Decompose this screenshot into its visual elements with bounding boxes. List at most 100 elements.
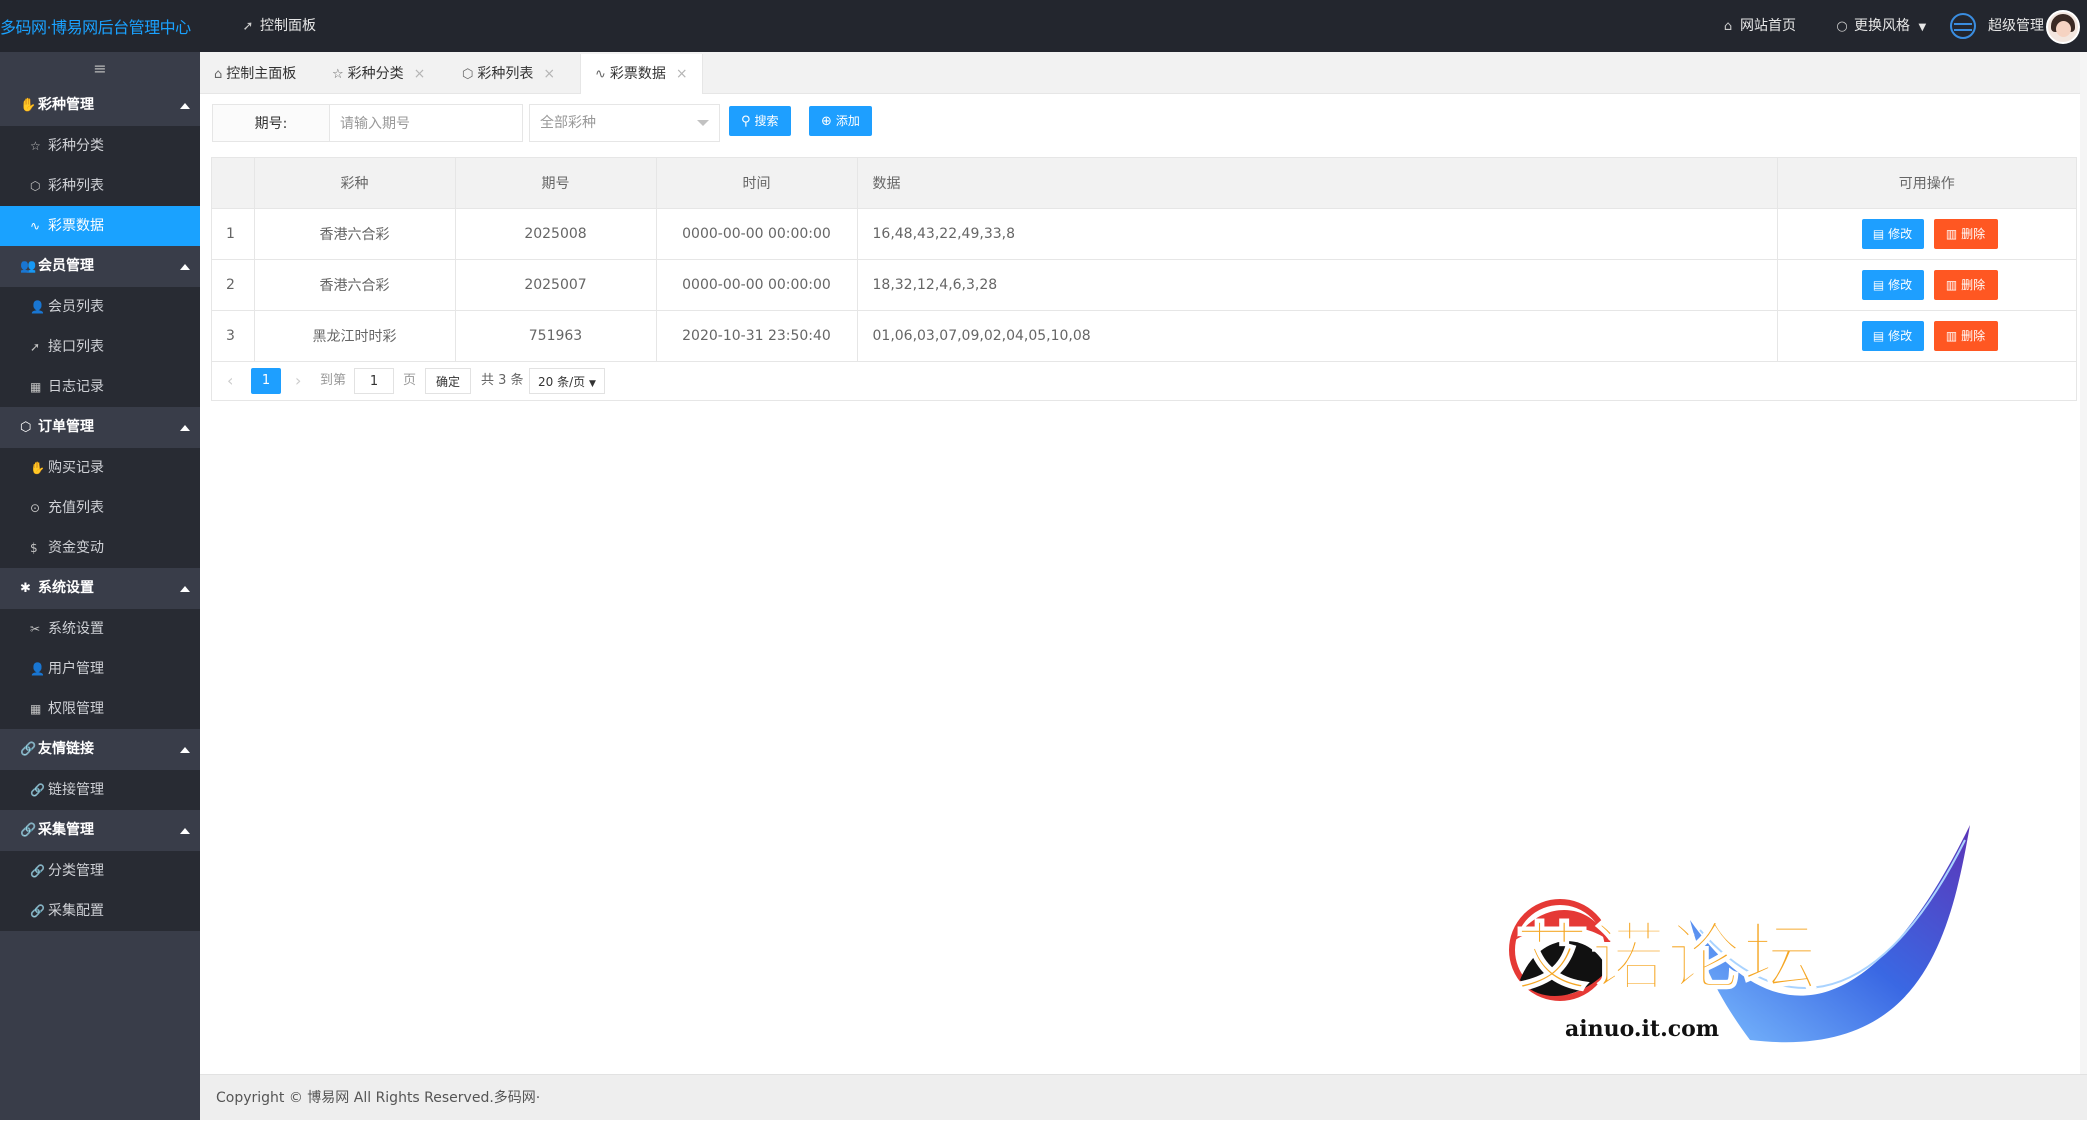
theme-switch-link[interactable]: ○ 更换风格 ▼	[1834, 0, 1926, 52]
close-icon[interactable]: ×	[414, 66, 426, 82]
row-index: 3	[212, 310, 255, 362]
link-icon: 🔗	[30, 904, 45, 918]
nav-head-lottery-manage[interactable]: ✋ 彩种管理	[0, 85, 200, 126]
sidebar-item[interactable]: ∿ 彩票数据	[0, 206, 200, 246]
nav-head-member-manage[interactable]: 👥 会员管理	[0, 246, 200, 287]
edit-button[interactable]: ▤ 修改	[1861, 320, 1924, 351]
sidebar-item[interactable]: 🔗 采集配置	[0, 891, 200, 931]
sidebar-item-label: 充值列表	[48, 500, 104, 516]
cell-issue: 2025007	[455, 259, 657, 311]
sidebar-item[interactable]: 🔗 链接管理	[0, 770, 200, 810]
sidebar-item-label: 会员列表	[48, 299, 104, 315]
next-page-icon[interactable]: ›	[295, 368, 301, 394]
sidebar-item[interactable]: ☆ 彩种分类	[0, 126, 200, 166]
sidebar-nav: ✋ 彩种管理 ☆ 彩种分类 ⬡ 彩种列表 ∿ 彩票数据 👥 会员管理 👤 会员列表 ➚ 接口列表 ▦ 日志记录…	[0, 85, 200, 931]
delete-button[interactable]: ▥ 删除	[1933, 218, 1998, 249]
sidebar-item[interactable]: ▦ 日志记录	[0, 367, 200, 407]
lottery-select[interactable]: 全部彩种	[529, 104, 720, 142]
tab-lottery-data[interactable]: ∿ 彩票数据 ×	[580, 54, 703, 94]
tab-lottery-category[interactable]: ☆ 彩种分类 ×	[332, 54, 425, 94]
delete-button[interactable]: ▥ 删除	[1933, 320, 1998, 351]
caret-down-icon: ▼	[589, 379, 596, 389]
sidebar-item[interactable]: ⬡ 彩种列表	[0, 166, 200, 206]
sidebar-item-label: 彩票数据	[48, 218, 104, 234]
globe-icon[interactable]	[1950, 13, 1976, 39]
grid-icon: ▦	[30, 702, 42, 716]
user-menu[interactable]: 超级管理	[1988, 0, 2044, 52]
cell-issue: 751963	[455, 310, 657, 362]
caret-up-icon	[180, 103, 190, 109]
tab-lottery-list[interactable]: ⬡ 彩种列表 ×	[462, 54, 555, 94]
delete-button-label: 删除	[1961, 328, 1986, 343]
sidebar-item-label: 系统设置	[48, 621, 104, 637]
cell-lottery: 香港六合彩	[254, 259, 456, 311]
nav-head-system-settings[interactable]: ✱ 系统设置	[0, 568, 200, 609]
add-button-label: 添加	[835, 114, 860, 128]
sidebar-item-label: 彩种列表	[48, 178, 104, 194]
search-button[interactable]: ⚲ 搜索	[729, 106, 791, 136]
issue-input[interactable]	[329, 104, 523, 142]
hand-icon: ✋	[30, 461, 45, 475]
sidebar-item[interactable]: 🔗 分类管理	[0, 851, 200, 891]
calendar-icon: ▦	[30, 380, 42, 394]
sidebar-item[interactable]: ▦ 权限管理	[0, 689, 200, 729]
col-lottery: 彩种	[254, 158, 456, 209]
sidebar-item[interactable]: ✋ 购买记录	[0, 448, 200, 488]
sidebar-item-label: 彩种分类	[48, 138, 104, 154]
sidebar-item-label: 接口列表	[48, 339, 104, 355]
app-logo[interactable]: 多码网·博易网后台管理中心	[0, 0, 200, 52]
nav-head-collect-manage[interactable]: 🔗 采集管理	[0, 810, 200, 851]
page-size-select[interactable]: 20 条/页 ▼	[529, 368, 605, 394]
sidebar-item[interactable]: ✂ 系统设置	[0, 609, 200, 649]
table-header: 彩种 期号 时间 数据 可用操作	[212, 158, 2076, 209]
cube-icon: ⬡	[462, 67, 474, 82]
col-data: 数据	[857, 158, 1778, 209]
nav-head-friend-links[interactable]: 🔗 友情链接	[0, 729, 200, 770]
avatar[interactable]	[2046, 10, 2080, 44]
prev-page-icon[interactable]: ‹	[227, 368, 233, 394]
nav-head-label: 彩种管理	[38, 97, 94, 113]
cell-actions: ▤ 修改 ▥ 删除	[1777, 259, 2076, 311]
edit-button-label: 修改	[1888, 328, 1913, 343]
trash-icon: ▥	[1945, 277, 1962, 292]
calendar-icon: ▤	[1872, 277, 1889, 292]
tab-dashboard[interactable]: ⌂ 控制主面板	[214, 54, 296, 94]
nav-head-label: 订单管理	[38, 419, 94, 435]
dashboard-link[interactable]: ➚ 控制面板	[240, 0, 316, 52]
scrollbar[interactable]	[2080, 52, 2087, 1074]
cell-actions: ▤ 修改 ▥ 删除	[1777, 208, 2076, 260]
tab-label: 彩票数据	[609, 66, 666, 82]
caret-down-icon: ▼	[1918, 22, 1927, 33]
cell-time: 0000-00-00 00:00:00	[656, 208, 858, 260]
sidebar-item[interactable]: ➚ 接口列表	[0, 327, 200, 367]
system-settings-icon: ✱	[20, 581, 31, 596]
tab-bar: ⌂ 控制主面板 ☆ 彩种分类 × ⬡ 彩种列表 × ∿ 彩票数据 ×	[200, 52, 2087, 94]
edit-button[interactable]: ▤ 修改	[1861, 269, 1924, 300]
add-button[interactable]: ⊕ 添加	[809, 106, 872, 136]
goto-confirm-button[interactable]: 确定	[425, 368, 471, 394]
cell-data: 01,06,03,07,09,02,04,05,10,08	[857, 310, 1778, 362]
sidebar-item[interactable]: $ 资金变动	[0, 528, 200, 568]
page-current[interactable]: 1	[251, 368, 281, 394]
table-row: 2 香港六合彩 2025007 0000-00-00 00:00:00 18,32,12…	[212, 259, 2076, 311]
edit-button-label: 修改	[1888, 277, 1913, 292]
caret-up-icon	[180, 425, 190, 431]
paper-plane-icon: ➚	[30, 340, 41, 354]
close-icon[interactable]: ×	[676, 66, 688, 82]
star-icon: ☆	[332, 67, 344, 82]
goto-page-input[interactable]: 1	[354, 368, 394, 394]
delete-button[interactable]: ▥ 删除	[1933, 269, 1998, 300]
close-icon[interactable]: ×	[543, 66, 555, 82]
sidebar-item[interactable]: ⊙ 充值列表	[0, 488, 200, 528]
nav-head-order-manage[interactable]: ⬡ 订单管理	[0, 407, 200, 448]
col-index	[212, 158, 255, 209]
edit-button[interactable]: ▤ 修改	[1861, 218, 1924, 249]
site-home-link[interactable]: ⌂ 网站首页	[1720, 0, 1796, 52]
trash-icon: ▥	[1945, 226, 1962, 241]
sidebar-item[interactable]: 👤 用户管理	[0, 649, 200, 689]
sidebar-toggle-icon[interactable]: ≡	[0, 52, 200, 85]
sidebar-item[interactable]: 👤 会员列表	[0, 287, 200, 327]
watermark-url: ainuo.it.com	[1565, 1016, 1720, 1042]
issue-label: 期号:	[212, 104, 330, 142]
sidebar-item-label: 购买记录	[48, 460, 104, 476]
